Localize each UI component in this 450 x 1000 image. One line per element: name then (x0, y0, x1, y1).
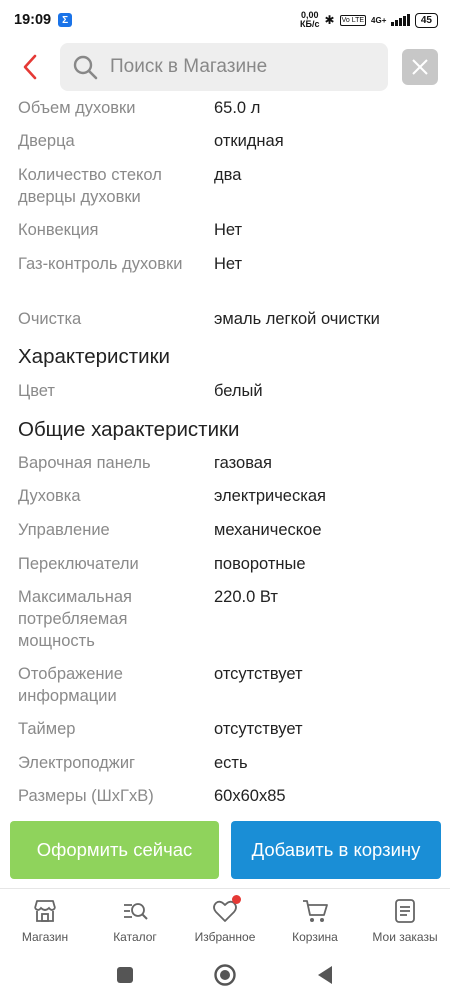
spec-value: есть (214, 754, 248, 772)
app-notification-icon: Σ (58, 13, 73, 27)
spec-value: Нет (214, 221, 243, 239)
spec-value: отсутствует (214, 720, 303, 738)
spec-label: Духовка (18, 487, 81, 505)
spec-value: откидная (214, 132, 284, 150)
system-nav (0, 950, 450, 1000)
spec-row: Максимальная потребляемая мощность 220.0… (18, 586, 438, 652)
bluetooth-icon: ✱ (324, 13, 335, 27)
spec-row: Конвекция Нет (18, 219, 438, 241)
battery-icon: 45 (414, 12, 438, 28)
spec-label: Электроподжиг (18, 754, 136, 772)
search-placeholder: Поиск в Магазине (110, 56, 268, 77)
spec-row: Варочная панель газовая (18, 452, 438, 474)
network-speed: 0,00 КБ/с (300, 10, 320, 29)
spec-label: Объем духовки (18, 99, 136, 117)
spec-row: Цвет белый (18, 380, 438, 402)
spec-row: Переключатели поворотные (18, 553, 438, 575)
status-indicators: 0,00 КБ/с ✱ Vo LTE 4G+ 45 (300, 11, 438, 29)
recents-button[interactable] (75, 966, 175, 984)
spec-label: Варочная панель (18, 454, 151, 472)
spec-row: Очистка эмаль легкой очистки (18, 308, 438, 330)
spec-row: Количество стекол дверцы духовки два (18, 164, 438, 208)
spec-value: поворотные (214, 555, 306, 573)
store-icon (34, 900, 56, 922)
spec-row: Таймер отсутствует (18, 718, 438, 740)
search-input[interactable]: Поиск в Магазине (60, 43, 388, 91)
spec-row: Дверца откидная (18, 130, 438, 152)
square-icon (117, 967, 133, 983)
checkout-now-button[interactable]: Оформить сейчас (10, 821, 219, 879)
spec-value: механическое (214, 521, 322, 539)
nav-label: Магазин (21, 930, 69, 944)
spec-value: 65.0 л (214, 99, 261, 117)
volte-icon: Vo LTE (339, 14, 367, 26)
clear-search-button[interactable] (402, 49, 438, 85)
back-button[interactable] (0, 42, 60, 92)
orders-icon (395, 899, 415, 923)
search-icon (73, 55, 98, 80)
spec-value: эмаль легкой очистки (214, 310, 380, 328)
status-time: 19:09 (14, 12, 52, 28)
spec-label: Переключатели (18, 555, 139, 573)
nav-item-store[interactable]: Магазин (0, 889, 90, 950)
nav-label: Корзина (292, 930, 338, 944)
nav-item-cart[interactable]: Корзина (270, 889, 360, 950)
action-bar: Оформить сейчас Добавить в корзину (0, 821, 450, 879)
spec-value: газовая (214, 454, 272, 472)
nav-item-favorites[interactable]: Избранное (180, 889, 270, 950)
spec-row: Духовка электрическая (18, 485, 438, 507)
nav-item-catalog[interactable]: Каталог (90, 889, 180, 950)
spec-value: 60х60х85 (214, 787, 286, 805)
status-bar: 19:09 Σ 0,00 КБ/с ✱ Vo LTE 4G+ 45 (0, 0, 450, 40)
signal-icon (391, 14, 410, 26)
nav-item-orders[interactable]: Мои заказы (360, 889, 450, 950)
spec-row: Газ-контроль духовки Нет (18, 253, 438, 275)
spec-value: 220.0 Вт (214, 588, 278, 606)
header: Поиск в Магазине (0, 40, 450, 94)
back-system-button[interactable] (275, 965, 375, 985)
spec-label: Размеры (ШхГхВ) (18, 787, 154, 805)
home-button[interactable] (175, 963, 275, 987)
nav-label: Каталог (113, 930, 157, 944)
cart-icon (303, 900, 328, 922)
spec-label: Управление (18, 521, 110, 539)
spec-value: отсутствует (214, 665, 303, 683)
spec-label: Очистка (18, 310, 82, 328)
bottom-nav: Магазин Каталог Избранное Корзина Мои за… (0, 888, 450, 950)
section-title-general: Общие характеристики (18, 418, 240, 441)
spec-label: Дверца (18, 132, 75, 150)
nav-label: Избранное (194, 930, 256, 944)
catalog-search-icon (124, 903, 148, 920)
spec-row: Управление механическое (18, 519, 438, 541)
spec-row: Объем духовки 65.0 л (18, 97, 438, 119)
circle-icon (214, 964, 236, 986)
spec-label: Цвет (18, 382, 55, 400)
spec-label: Максимальная потребляемая мощность (18, 588, 132, 650)
spec-value: Нет (214, 255, 243, 273)
add-to-cart-button[interactable]: Добавить в корзину (231, 821, 441, 879)
close-icon (412, 59, 428, 75)
spec-row: Отображение информации отсутствует (18, 663, 438, 707)
nav-label: Мои заказы (372, 930, 438, 944)
spec-row: Электроподжиг есть (18, 752, 438, 774)
spec-row: Размеры (ШхГхВ) 60х60х85 (18, 785, 438, 807)
product-specs: Объем духовки 65.0 л Дверца откидная Кол… (0, 94, 450, 814)
spec-value: белый (214, 382, 263, 400)
spec-value: электрическая (214, 487, 326, 505)
triangle-back-icon (318, 966, 332, 984)
spec-label: Таймер (18, 720, 76, 738)
section-title-characteristics: Характеристики (18, 345, 170, 368)
spec-value: два (214, 166, 242, 184)
favorites-badge (232, 895, 241, 904)
spec-label: Количество стекол дверцы духовки (18, 166, 162, 206)
chevron-left-icon (23, 54, 37, 80)
spec-label: Конвекция (18, 221, 99, 239)
spec-label: Отображение информации (18, 665, 123, 705)
spec-label: Газ-контроль духовки (18, 255, 183, 273)
network-type: 4G+ (371, 15, 387, 25)
